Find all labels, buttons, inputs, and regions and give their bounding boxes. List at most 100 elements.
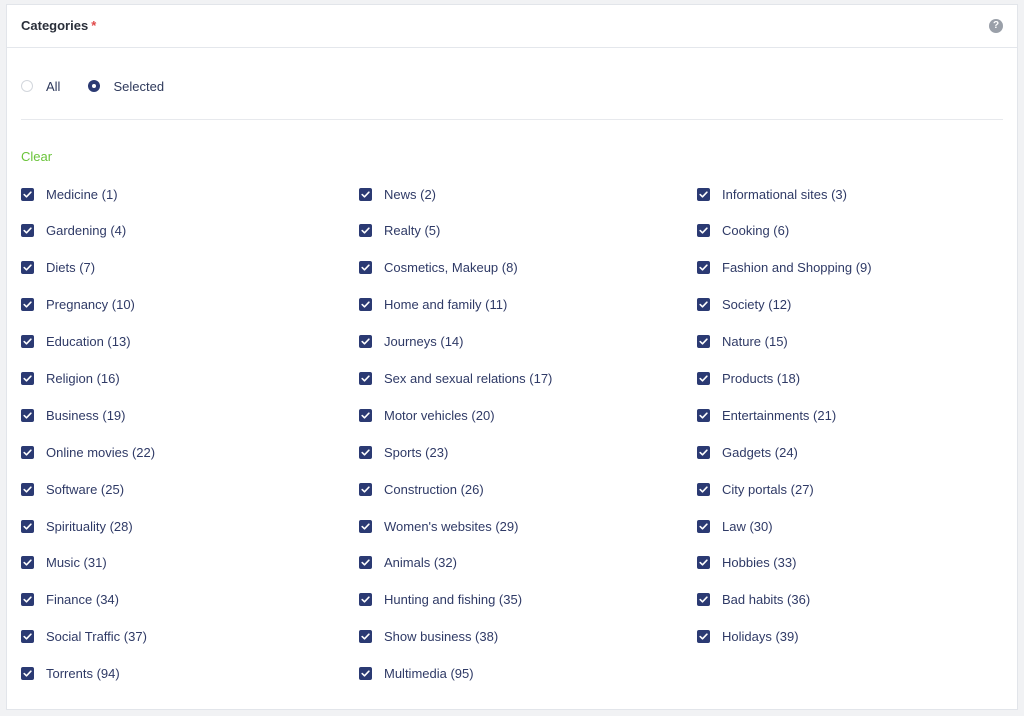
- category-item[interactable]: Holidays (39): [697, 627, 1011, 647]
- checkbox-checked-icon[interactable]: [359, 261, 372, 275]
- radio-all[interactable]: All: [21, 79, 60, 94]
- category-item[interactable]: Women's websites (29): [359, 516, 697, 536]
- category-item[interactable]: City portals (27): [697, 479, 1011, 499]
- checkbox-checked-icon[interactable]: [21, 519, 34, 533]
- checkbox-checked-icon[interactable]: [697, 224, 710, 238]
- checkbox-checked-icon[interactable]: [359, 298, 372, 312]
- category-item[interactable]: Sex and sexual relations (17): [359, 368, 697, 388]
- checkbox-checked-icon[interactable]: [21, 593, 34, 607]
- category-item[interactable]: Diets (7): [21, 258, 359, 278]
- checkbox-checked-icon[interactable]: [21, 556, 34, 570]
- category-item[interactable]: Animals (32): [359, 553, 697, 573]
- checkbox-checked-icon[interactable]: [697, 187, 710, 201]
- category-item[interactable]: Religion (16): [21, 368, 359, 388]
- category-label: Medicine (1): [46, 186, 118, 202]
- category-item[interactable]: Cosmetics, Makeup (8): [359, 258, 697, 278]
- checkbox-checked-icon[interactable]: [697, 298, 710, 312]
- checkbox-checked-icon[interactable]: [359, 371, 372, 385]
- checkbox-checked-icon[interactable]: [21, 408, 34, 422]
- category-item[interactable]: Social Traffic (37): [21, 627, 359, 647]
- checkbox-checked-icon[interactable]: [359, 335, 372, 349]
- category-item[interactable]: Products (18): [697, 368, 1011, 388]
- category-item[interactable]: News (2): [359, 184, 697, 204]
- category-label: Gardening (4): [46, 223, 127, 239]
- category-item[interactable]: Show business (38): [359, 627, 697, 647]
- category-item[interactable]: Bad habits (36): [697, 590, 1011, 610]
- category-item[interactable]: Entertainments (21): [697, 405, 1011, 425]
- category-item[interactable]: Pregnancy (10): [21, 295, 359, 315]
- category-item[interactable]: Law (30): [697, 516, 1011, 536]
- checkbox-checked-icon[interactable]: [697, 630, 710, 644]
- category-item[interactable]: Finance (34): [21, 590, 359, 610]
- checkbox-checked-icon[interactable]: [697, 408, 710, 422]
- checkbox-checked-icon[interactable]: [359, 667, 372, 681]
- question-circle-icon[interactable]: ?: [989, 19, 1003, 33]
- category-item[interactable]: Cooking (6): [697, 221, 1011, 241]
- category-item[interactable]: Home and family (11): [359, 295, 697, 315]
- category-item[interactable]: Motor vehicles (20): [359, 405, 697, 425]
- category-label: Fashion and Shopping (9): [722, 260, 872, 276]
- category-checkbox-grid: Medicine (1) News (2) Informational sites …: [21, 184, 1011, 700]
- checkbox-checked-icon[interactable]: [359, 445, 372, 459]
- category-item[interactable]: Nature (15): [697, 332, 1011, 352]
- checkbox-checked-icon[interactable]: [21, 630, 34, 644]
- checkbox-checked-icon[interactable]: [697, 371, 710, 385]
- category-label: Torrents (94): [46, 666, 120, 682]
- clear-link[interactable]: Clear: [21, 149, 52, 164]
- category-label: Business (19): [46, 407, 126, 423]
- checkbox-checked-icon[interactable]: [697, 261, 710, 275]
- category-item[interactable]: Informational sites (3): [697, 184, 1011, 204]
- checkbox-checked-icon[interactable]: [21, 482, 34, 496]
- checkbox-checked-icon[interactable]: [359, 224, 372, 238]
- checkbox-checked-icon[interactable]: [359, 482, 372, 496]
- checkbox-checked-icon[interactable]: [697, 335, 710, 349]
- category-item[interactable]: Construction (26): [359, 479, 697, 499]
- checkbox-checked-icon[interactable]: [21, 261, 34, 275]
- checkbox-checked-icon[interactable]: [359, 593, 372, 607]
- category-item[interactable]: Education (13): [21, 332, 359, 352]
- category-item[interactable]: Torrents (94): [21, 664, 359, 684]
- checkbox-checked-icon[interactable]: [697, 593, 710, 607]
- checkbox-checked-icon[interactable]: [21, 667, 34, 681]
- checkbox-checked-icon[interactable]: [359, 187, 372, 201]
- category-item[interactable]: Online movies (22): [21, 442, 359, 462]
- category-item[interactable]: Sports (23): [359, 442, 697, 462]
- radio-all-circle[interactable]: [21, 80, 33, 92]
- category-label: Bad habits (36): [722, 592, 811, 608]
- checkbox-checked-icon[interactable]: [359, 408, 372, 422]
- checkbox-checked-icon[interactable]: [21, 224, 34, 238]
- checkbox-checked-icon[interactable]: [21, 371, 34, 385]
- radio-selected-circle[interactable]: [88, 80, 101, 92]
- checkbox-checked-icon[interactable]: [21, 298, 34, 312]
- checkbox-checked-icon[interactable]: [359, 519, 372, 533]
- category-label: Holidays (39): [722, 629, 799, 645]
- category-item[interactable]: Hunting and fishing (35): [359, 590, 697, 610]
- category-item[interactable]: Multimedia (95): [359, 664, 697, 684]
- category-label: Spirituality (28): [46, 518, 133, 534]
- category-item[interactable]: Fashion and Shopping (9): [697, 258, 1011, 278]
- checkbox-checked-icon[interactable]: [359, 556, 372, 570]
- category-item[interactable]: Hobbies (33): [697, 553, 1011, 573]
- checkbox-checked-icon[interactable]: [697, 519, 710, 533]
- checkbox-checked-icon[interactable]: [21, 335, 34, 349]
- checkbox-checked-icon[interactable]: [21, 445, 34, 459]
- category-label: Entertainments (21): [722, 407, 837, 423]
- category-item[interactable]: Journeys (14): [359, 332, 697, 352]
- radio-selected[interactable]: Selected: [88, 79, 164, 94]
- checkbox-checked-icon[interactable]: [697, 445, 710, 459]
- category-item[interactable]: Software (25): [21, 479, 359, 499]
- checkbox-checked-icon[interactable]: [359, 630, 372, 644]
- category-label: Cosmetics, Makeup (8): [384, 260, 518, 276]
- category-item[interactable]: Society (12): [697, 295, 1011, 315]
- category-label: Law (30): [722, 518, 773, 534]
- category-item[interactable]: Medicine (1): [21, 184, 359, 204]
- category-item[interactable]: Music (31): [21, 553, 359, 573]
- checkbox-checked-icon[interactable]: [697, 482, 710, 496]
- category-item[interactable]: Business (19): [21, 405, 359, 425]
- category-item[interactable]: Gadgets (24): [697, 442, 1011, 462]
- category-item[interactable]: Realty (5): [359, 221, 697, 241]
- checkbox-checked-icon[interactable]: [697, 556, 710, 570]
- category-item[interactable]: Spirituality (28): [21, 516, 359, 536]
- category-item[interactable]: Gardening (4): [21, 221, 359, 241]
- checkbox-checked-icon[interactable]: [21, 187, 34, 201]
